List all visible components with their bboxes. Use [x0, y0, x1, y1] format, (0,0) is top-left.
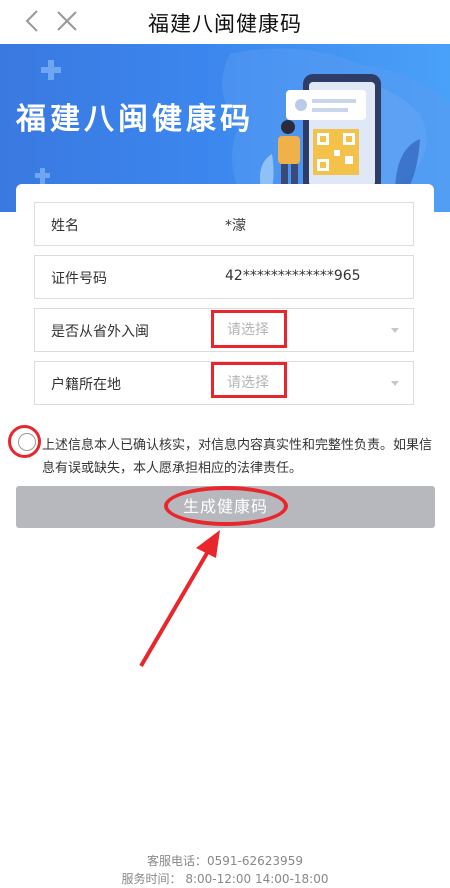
footer: 客服电话：0591-62623959 服务时间： 8:00-12:00 14:0…: [0, 852, 450, 888]
service-hours: 服务时间： 8:00-12:00 14:00-18:00: [121, 872, 329, 886]
annotation-arrow-icon: [139, 530, 220, 668]
customer-service-phone: 客服电话：0591-62623959: [147, 854, 303, 868]
